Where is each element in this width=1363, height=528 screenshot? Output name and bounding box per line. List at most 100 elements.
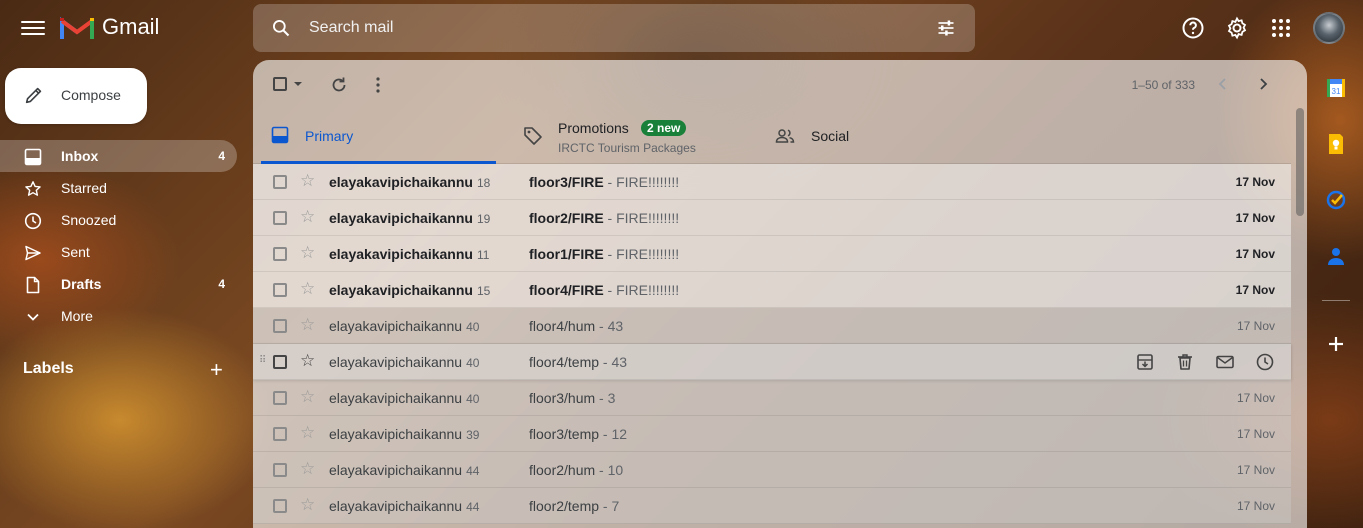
thread-count: 40	[466, 320, 480, 334]
email-row[interactable]: ☆ elayakavipichaikannu 19 floor2/FIRE - F…	[253, 200, 1291, 236]
row-checkbox[interactable]	[273, 391, 287, 405]
row-checkbox[interactable]	[273, 283, 287, 297]
sidebar-item-starred[interactable]: Starred	[0, 172, 237, 204]
search-input[interactable]	[309, 16, 869, 40]
star-icon[interactable]: ☆	[300, 244, 315, 262]
email-subject: floor3/temp - 12	[529, 426, 628, 442]
calendar-icon[interactable]: 31	[1324, 76, 1348, 100]
contacts-icon[interactable]	[1324, 244, 1348, 268]
sidebar-item-sent[interactable]: Sent	[0, 236, 237, 268]
email-date: 17 Nov	[1235, 175, 1275, 189]
compose-button[interactable]: Compose	[5, 68, 147, 124]
email-sender: elayakavipichaikannu 11	[329, 246, 490, 262]
settings-button[interactable]	[1224, 12, 1250, 44]
email-snippet: - FIRE!!!!!!!!	[603, 174, 680, 190]
account-avatar[interactable]	[1313, 12, 1345, 44]
row-checkbox[interactable]	[273, 211, 287, 225]
star-icon[interactable]: ☆	[300, 352, 315, 370]
row-checkbox[interactable]	[273, 499, 287, 513]
compose-label: Compose	[61, 87, 121, 103]
row-checkbox[interactable]	[273, 427, 287, 441]
thread-count: 44	[466, 464, 480, 478]
tab-promotions[interactable]: Promotions 2 new IRCTC Tourism Packages	[513, 108, 763, 164]
tasks-icon[interactable]	[1324, 188, 1348, 212]
star-icon[interactable]: ☆	[300, 172, 315, 190]
email-sender: elayakavipichaikannu 39	[329, 426, 480, 442]
tag-icon	[524, 127, 542, 145]
pagination-range: 1–50 of 333	[1131, 78, 1195, 92]
app-name: Gmail	[102, 14, 160, 39]
email-row-hovered[interactable]: ⠿ ☆ elayakavipichaikannu 40 floor4/temp -…	[253, 344, 1291, 380]
email-subject: floor4/FIRE - FIRE!!!!!!!!	[529, 282, 680, 298]
star-icon[interactable]: ☆	[300, 208, 315, 226]
tab-social[interactable]: Social	[765, 108, 1005, 164]
email-row[interactable]: ☆ elayakavipichaikannu 18 floor3/FIRE - F…	[253, 164, 1291, 200]
star-icon[interactable]: ☆	[300, 424, 315, 442]
drag-handle-icon[interactable]: ⠿	[259, 355, 266, 366]
select-dropdown-icon[interactable]	[293, 80, 303, 88]
star-icon[interactable]: ☆	[300, 316, 315, 334]
search-bar[interactable]	[253, 4, 975, 52]
sidebar-item-more[interactable]: More	[0, 300, 237, 332]
chevron-right-icon[interactable]	[1255, 76, 1271, 92]
star-icon[interactable]: ☆	[300, 388, 315, 406]
email-snippet: - 7	[599, 498, 620, 514]
row-checkbox[interactable]	[273, 175, 287, 189]
snooze-clock-icon[interactable]	[1255, 352, 1275, 372]
row-checkbox[interactable]	[273, 247, 287, 261]
email-snippet: - 3	[595, 390, 616, 406]
archive-icon[interactable]	[1135, 352, 1155, 372]
select-all-checkbox[interactable]	[273, 77, 287, 91]
email-row[interactable]: ☆ elayakavipichaikannu 11 floor1/FIRE - F…	[253, 236, 1291, 272]
email-date: 17 Nov	[1236, 391, 1275, 405]
sidebar-item-drafts[interactable]: Drafts 4	[0, 268, 237, 300]
email-date: 17 Nov	[1236, 427, 1275, 441]
main-menu-button[interactable]	[21, 18, 45, 38]
email-row[interactable]: ☆ elayakavipichaikannu 15 floor4/FIRE - F…	[253, 272, 1291, 308]
email-date: 17 Nov	[1236, 463, 1275, 477]
help-button[interactable]	[1180, 12, 1206, 44]
search-icon[interactable]	[271, 18, 291, 38]
thread-count: 40	[466, 392, 480, 406]
mark-unread-icon[interactable]	[1215, 352, 1235, 372]
tab-label: Primary	[305, 128, 354, 144]
email-sender: elayakavipichaikannu 44	[329, 498, 480, 514]
email-date: 17 Nov	[1235, 283, 1275, 297]
gmail-logo[interactable]: Gmail	[60, 14, 159, 40]
email-sender: elayakavipichaikannu 19	[329, 210, 491, 226]
row-checkbox[interactable]	[273, 355, 287, 369]
star-icon[interactable]: ☆	[300, 460, 315, 478]
gear-icon	[1227, 16, 1247, 40]
sidebar-item-label: Inbox	[61, 148, 99, 164]
apps-grid-icon	[1272, 19, 1290, 37]
more-options-icon[interactable]	[375, 76, 381, 94]
email-sender: elayakavipichaikannu 15	[329, 282, 491, 298]
email-date: 17 Nov	[1235, 247, 1275, 261]
sidebar-item-inbox[interactable]: Inbox 4	[0, 140, 237, 172]
email-row[interactable]: ☆ elayakavipichaikannu 40 floor3/hum - 3 …	[253, 380, 1291, 416]
keep-icon[interactable]	[1324, 132, 1348, 156]
row-checkbox[interactable]	[273, 463, 287, 477]
refresh-icon[interactable]	[330, 76, 348, 94]
email-row[interactable]: ☆ elayakavipichaikannu 44 floor2/temp - 7…	[253, 488, 1291, 524]
new-badge: 2 new	[641, 120, 687, 136]
star-icon[interactable]: ☆	[300, 496, 315, 514]
search-options-icon[interactable]	[935, 18, 957, 38]
list-scrollbar[interactable]	[1296, 108, 1304, 216]
create-label-button[interactable]: +	[210, 359, 223, 381]
labels-heading: Labels	[23, 360, 74, 377]
sidebar-item-snoozed[interactable]: Snoozed	[0, 204, 237, 236]
trash-icon[interactable]	[1175, 352, 1195, 372]
email-row[interactable]: ☆ elayakavipichaikannu 44 floor2/hum - 10…	[253, 452, 1291, 488]
add-addon-icon[interactable]	[1324, 332, 1348, 356]
email-list: ☆ elayakavipichaikannu 18 floor3/FIRE - F…	[253, 164, 1291, 524]
email-row[interactable]: ☆ elayakavipichaikannu 39 floor3/temp - 1…	[253, 416, 1291, 452]
chevron-left-icon[interactable]	[1215, 76, 1231, 92]
tab-primary[interactable]: Primary	[261, 108, 496, 164]
star-icon[interactable]: ☆	[300, 280, 315, 298]
thread-count: 44	[466, 500, 480, 514]
email-row[interactable]: ☆ elayakavipichaikannu 40 floor4/hum - 43…	[253, 308, 1291, 344]
email-subject: floor4/temp - 43	[529, 354, 628, 370]
row-checkbox[interactable]	[273, 319, 287, 333]
apps-button[interactable]	[1268, 12, 1294, 44]
